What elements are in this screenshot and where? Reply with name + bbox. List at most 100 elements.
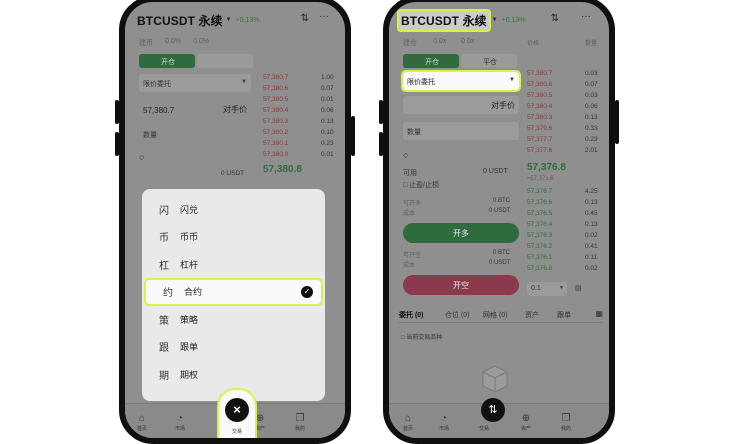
ob-price[interactable]: 57,377.7 [527, 136, 552, 143]
menu-item[interactable]: 跟 跟单 [142, 335, 325, 359]
price-input[interactable]: 对手价 [403, 96, 519, 114]
order-type-select[interactable]: 限价委托 ▼ [139, 74, 251, 92]
chevron-down-icon[interactable]: ▼ [226, 17, 232, 23]
ob-size: 0.11 [585, 254, 598, 261]
phone-side-button [615, 100, 619, 144]
ob-price[interactable]: 57,380.5 [263, 96, 288, 103]
order-tab-2[interactable]: 0.0% [165, 38, 181, 45]
ob-size: 0.07 [321, 85, 334, 92]
ob-price[interactable]: 57,376.0 [527, 265, 552, 272]
more-icon[interactable]: ··· [581, 11, 591, 22]
chevron-down-icon[interactable]: ▼ [492, 17, 498, 23]
slider-icon[interactable]: ○ [403, 150, 408, 160]
market-icon: ◔ [176, 413, 184, 424]
ob-size: 2.01 [585, 147, 598, 154]
ob-price[interactable]: 57,380.6 [263, 85, 288, 92]
tab-grid[interactable]: 网格 (0) [483, 310, 508, 320]
tab-me[interactable]: ❐ 我的 [285, 413, 315, 432]
more-icon[interactable]: ··· [319, 11, 329, 22]
ob-price[interactable]: 57,380.7 [263, 74, 288, 81]
tab-assets[interactable]: ⊕ 资产 [511, 413, 541, 432]
tab-copy[interactable]: 跟单 [557, 310, 571, 320]
phone-side-button [115, 132, 119, 156]
close-segment[interactable] [197, 54, 253, 68]
document-icon[interactable]: ▦ [595, 309, 603, 318]
close-menu-button[interactable]: × [225, 398, 249, 422]
tpsl-label: 止盈/止损 [409, 182, 440, 189]
menu-item-label: 闪兑 [180, 204, 199, 215]
current-symbol-checkbox[interactable]: □ 当前交易品种 [401, 332, 442, 341]
menu-item[interactable]: 杠杠杆 [142, 252, 325, 276]
tab-home[interactable]: ⌂ 首页 [393, 413, 423, 432]
close-segment[interactable]: 平仓 [461, 54, 517, 68]
order-tab-3[interactable]: 0.0x [461, 38, 474, 45]
ob-price[interactable]: 57,379.6 [527, 125, 552, 132]
chart-toggle-icon[interactable]: ⇅ [551, 13, 559, 24]
trade-swap-icon[interactable]: ⇅ [481, 398, 505, 422]
phone-side-button [379, 100, 383, 124]
tab-market[interactable]: ◔ 市场 [429, 413, 459, 432]
change-percent: +0.13% [235, 16, 260, 24]
quantity-input[interactable]: 数量 [403, 122, 519, 140]
ob-price-head: 价格 [527, 41, 540, 47]
quantity-label[interactable]: 数量 [143, 130, 157, 140]
tab-positions[interactable]: 仓位 (0) [445, 310, 470, 320]
order-tab-1[interactable]: 建仓 [403, 38, 417, 48]
menu-item[interactable]: 约 合约 ✓ [144, 277, 323, 306]
ob-price[interactable]: 57,376.5 [527, 210, 552, 217]
pair-title[interactable]: BTCUSDT 永续 [397, 8, 491, 32]
depth-select[interactable]: 0.1 ▼ [527, 282, 567, 296]
ob-price[interactable]: 57,376.1 [527, 254, 552, 261]
ob-size: 0.13 [585, 221, 598, 228]
order-type-select[interactable]: 限价委托 ▼ [401, 70, 521, 92]
open-long-button[interactable]: 开多 [403, 223, 519, 243]
ob-price[interactable]: 57,376.2 [527, 243, 552, 250]
max-short-value: 0 BTC [493, 250, 511, 256]
ob-price[interactable]: 57,380.2 [263, 129, 288, 136]
ob-price[interactable]: 57,376.3 [527, 232, 552, 239]
ob-size: 0.41 [585, 243, 598, 250]
tab-me[interactable]: ❐ 我的 [551, 413, 581, 432]
ob-price[interactable]: 57,380.1 [263, 140, 288, 147]
ob-price[interactable]: 57,376.4 [527, 221, 552, 228]
ob-price[interactable]: 57,376.6 [527, 199, 552, 206]
chevron-down-icon: ▼ [559, 285, 564, 291]
slider-icon[interactable]: ○ [139, 152, 144, 162]
ob-price[interactable]: 57,380.6 [527, 81, 552, 88]
ob-size: 0.13 [585, 114, 598, 121]
tab-assets[interactable]: 资产 [525, 310, 539, 320]
ob-price[interactable]: 57,380.0 [263, 151, 288, 158]
ob-price[interactable]: 57,377.6 [527, 147, 552, 154]
pair-title[interactable]: BTCUSDT 永续 [137, 12, 223, 29]
counterparty-price-button[interactable]: 对手价 [491, 100, 515, 111]
tab-market[interactable]: ◔ 市场 [165, 413, 195, 432]
open-short-button[interactable]: 开空 [403, 275, 519, 295]
ob-price[interactable]: 57,380.4 [263, 107, 288, 114]
tab-home[interactable]: ⌂ 首页 [127, 413, 157, 432]
ob-price[interactable]: 57,380.7 [527, 70, 552, 77]
open-segment[interactable]: 开仓 [403, 54, 459, 68]
open-segment[interactable]: 开仓 [139, 54, 195, 68]
ob-price[interactable]: 57,376.7 [527, 188, 552, 195]
menu-item[interactable]: 闪闪兑 [142, 197, 325, 221]
copy-icon: ❐ [561, 413, 571, 424]
price-input[interactable]: 57,380.7 [143, 106, 174, 115]
order-tab-1[interactable]: 建币 [139, 38, 153, 48]
menu-item-label: 跟单 [180, 342, 199, 352]
ob-price[interactable]: 57,380.3 [527, 114, 552, 121]
chart-toggle-icon[interactable]: ⇅ [301, 13, 309, 24]
product-menu-sheet: 闪闪兑币币币杠杠杆约合约 ✓ 策策略跟跟单期期权 [142, 189, 325, 401]
tpsl-checkbox[interactable]: □ 止盈/止损 [403, 180, 439, 190]
menu-item[interactable]: 期期权 [142, 362, 325, 386]
orderbook-layout-icon[interactable]: ▤ [575, 284, 582, 292]
menu-item[interactable]: 币币币 [142, 225, 325, 249]
order-tab-3[interactable]: 0.0% [193, 38, 209, 45]
counterparty-price-button[interactable]: 对手价 [223, 104, 247, 115]
ob-price[interactable]: 57,380.3 [263, 118, 288, 125]
ob-price[interactable]: 57,380.5 [527, 92, 552, 99]
order-tab-2[interactable]: 0.0x [433, 38, 446, 45]
tab-orders[interactable]: 委托 (0) [399, 310, 424, 320]
menu-item[interactable]: 策策略 [142, 307, 325, 331]
ob-size: 0.45 [585, 210, 598, 217]
ob-price[interactable]: 57,380.4 [527, 103, 552, 110]
